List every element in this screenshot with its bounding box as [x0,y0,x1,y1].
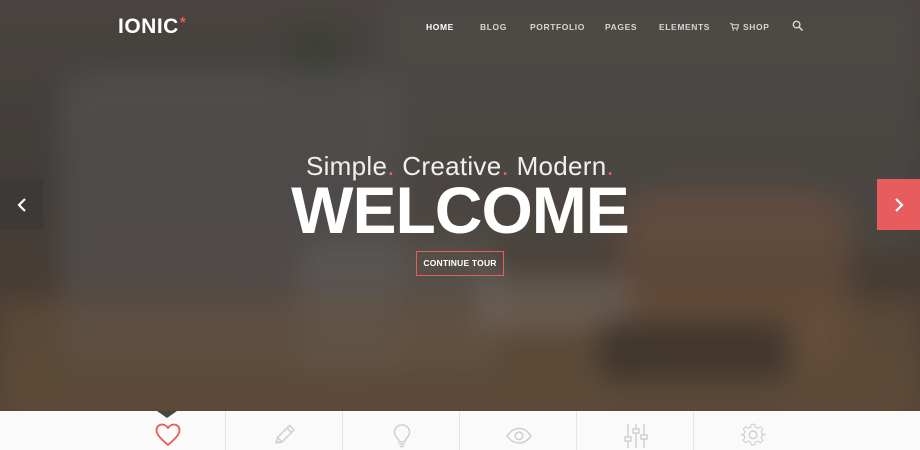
nav-item-shop-label: SHOP [743,22,770,32]
logo-text: IONIC [118,15,179,38]
nav-item-portfolio[interactable]: PORTFOLIO [530,21,585,33]
continue-tour-button[interactable]: CONTINUE TOUR [416,251,504,276]
cart-icon [730,23,739,31]
chevron-right-icon [894,197,904,212]
nav-item-elements[interactable]: ELEMENTS [659,21,710,33]
chevron-left-icon [16,197,26,212]
nav-item-home[interactable]: HOME [426,21,454,33]
hero-slider: IONIC* HOME BLOG PORTFOLIO PAGES ELEMENT… [0,0,920,411]
nav-item-blog[interactable]: BLOG [480,21,507,33]
slider-prev-button[interactable] [0,179,43,230]
nav-item-shop[interactable]: SHOP [730,21,770,33]
tab-sliders[interactable] [577,411,694,450]
slider-next-button[interactable] [877,179,920,230]
site-logo[interactable]: IONIC* [118,14,186,42]
hero-headline: WELCOME [291,173,630,247]
feature-tabs [0,411,920,450]
pencil-icon [274,424,295,444]
tab-eye[interactable] [460,411,577,450]
sliders-icon [623,424,648,448]
logo-mark: * [179,14,187,31]
eye-icon [505,427,532,444]
heart-icon [155,423,180,447]
tab-pencil[interactable] [226,411,343,450]
search-icon[interactable] [792,20,803,31]
tab-gear[interactable] [694,411,811,450]
tab-lightbulb[interactable] [343,411,460,450]
gear-icon [739,423,766,446]
active-tab-pointer [157,411,177,418]
nav-item-pages[interactable]: PAGES [605,21,637,33]
lightbulb-icon [393,424,410,448]
